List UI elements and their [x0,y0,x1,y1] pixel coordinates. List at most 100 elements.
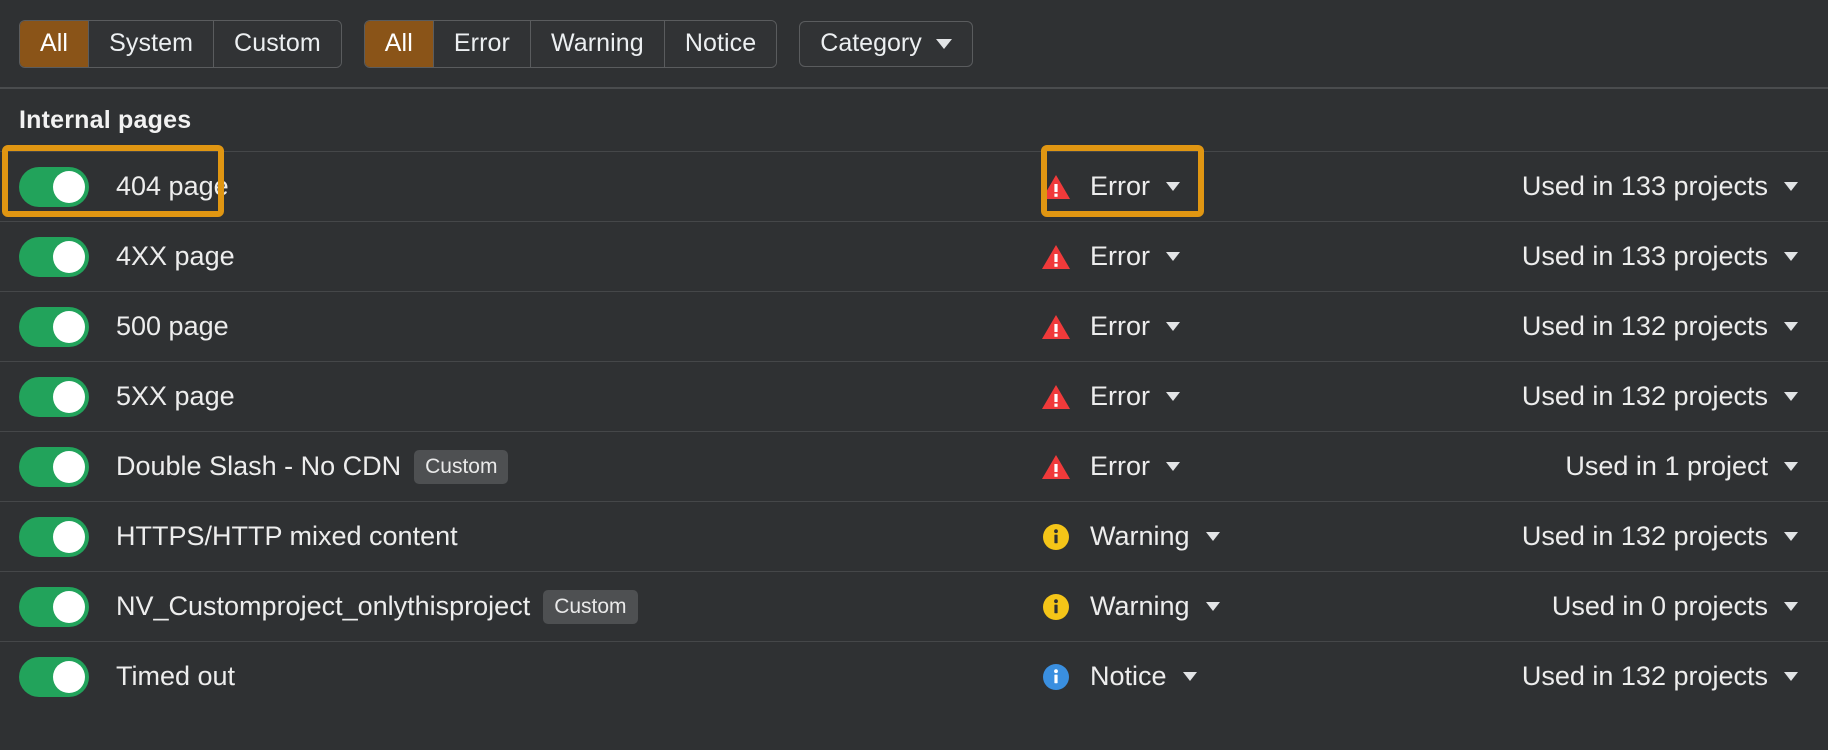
table-row: Timed out Notice Used in 132 projects [0,641,1828,711]
warning-circle-icon [1040,591,1072,623]
chevron-down-icon [1166,182,1180,191]
row-status-cell: Notice [1040,661,1330,693]
custom-badge: Custom [543,590,637,624]
chevron-down-icon [936,39,952,49]
severity-filter-option-label: Notice [685,29,756,58]
source-filter-option-system[interactable]: System [89,21,214,67]
row-name-cell: 5XX page [0,377,1040,417]
row-label: Double Slash - No CDN [116,451,401,482]
error-triangle-icon [1040,381,1072,413]
severity-filter-option-label: Warning [551,29,644,58]
status-label: Error [1090,451,1150,482]
source-filter-option-label: All [40,29,68,58]
row-name-cell: Double Slash - No CDN Custom [0,447,1040,487]
chevron-down-icon [1784,322,1798,331]
severity-filter-option-error[interactable]: Error [434,21,531,67]
status-label: Error [1090,381,1150,412]
table-row: Double Slash - No CDN Custom Error Used in … [0,431,1828,501]
status-dropdown[interactable]: Error [1040,311,1180,343]
usage-dropdown[interactable]: Used in 132 projects [1522,521,1798,552]
row-status-cell: Error [1040,451,1330,483]
category-dropdown[interactable]: Category [799,21,972,67]
row-usage-cell: Used in 133 projects [1330,241,1828,272]
status-dropdown[interactable]: Notice [1040,661,1197,693]
usage-dropdown[interactable]: Used in 0 projects [1552,591,1798,622]
toggle-knob [53,241,85,273]
chevron-down-icon [1784,532,1798,541]
usage-label: Used in 1 project [1565,451,1768,482]
status-dropdown[interactable]: Error [1040,171,1180,203]
source-filter-group: All System Custom [19,20,342,68]
severity-filter-option-all[interactable]: All [365,21,434,67]
usage-dropdown[interactable]: Used in 133 projects [1522,171,1798,202]
usage-dropdown[interactable]: Used in 133 projects [1522,241,1798,272]
row-label: 4XX page [116,241,235,272]
row-name-cell: 500 page [0,307,1040,347]
enable-toggle[interactable] [19,657,89,697]
enable-toggle[interactable] [19,377,89,417]
table-row: HTTPS/HTTP mixed content Warning Used in 1… [0,501,1828,571]
notice-info-icon [1040,661,1072,693]
usage-dropdown[interactable]: Used in 132 projects [1522,661,1798,692]
toggle-knob [53,451,85,483]
row-usage-cell: Used in 132 projects [1330,521,1828,552]
source-filter-option-all[interactable]: All [20,21,89,67]
status-dropdown[interactable]: Warning [1040,591,1220,623]
row-name-cell: HTTPS/HTTP mixed content [0,517,1040,557]
usage-dropdown[interactable]: Used in 132 projects [1522,381,1798,412]
source-filter-option-custom[interactable]: Custom [214,21,341,67]
custom-badge: Custom [414,450,508,484]
status-dropdown[interactable]: Error [1040,381,1180,413]
usage-dropdown[interactable]: Used in 1 project [1565,451,1798,482]
usage-label: Used in 133 projects [1522,241,1768,272]
chevron-down-icon [1183,672,1197,681]
chevron-down-icon [1166,322,1180,331]
row-usage-cell: Used in 1 project [1330,451,1828,482]
row-name-cell: 4XX page [0,237,1040,277]
status-label: Error [1090,311,1150,342]
row-label: Timed out [116,661,235,692]
status-dropdown[interactable]: Warning [1040,521,1220,553]
severity-filter-option-notice[interactable]: Notice [665,21,776,67]
toggle-knob [53,591,85,623]
status-label: Notice [1090,661,1167,692]
enable-toggle[interactable] [19,447,89,487]
severity-filter-option-warning[interactable]: Warning [531,21,665,67]
warning-circle-icon [1040,521,1072,553]
row-status-cell: Error [1040,381,1330,413]
enable-toggle[interactable] [19,307,89,347]
category-dropdown-label: Category [820,29,921,58]
row-status-cell: Warning [1040,521,1330,553]
table-row: 404 page Error Used in 133 projects [0,151,1828,221]
usage-dropdown[interactable]: Used in 132 projects [1522,311,1798,342]
source-filter-option-label: Custom [234,29,321,58]
table-row: 4XX page Error Used in 133 projects [0,221,1828,291]
enable-toggle[interactable] [19,167,89,207]
table-row: 500 page Error Used in 132 projects [0,291,1828,361]
row-status-cell: Warning [1040,591,1330,623]
filter-toolbar: AllSystemCustom AllErrorWarningNotice Ca… [0,0,1828,89]
enable-toggle[interactable] [19,517,89,557]
chevron-down-icon [1784,672,1798,681]
toggle-knob [53,311,85,343]
row-label: HTTPS/HTTP mixed content [116,521,458,552]
chevron-down-icon [1166,462,1180,471]
row-name-cell: 404 page [0,167,1040,207]
enable-toggle[interactable] [19,587,89,627]
row-label: 500 page [116,311,229,342]
error-triangle-icon [1040,311,1072,343]
usage-label: Used in 132 projects [1522,311,1768,342]
enable-toggle[interactable] [19,237,89,277]
chevron-down-icon [1166,392,1180,401]
error-triangle-icon [1040,171,1072,203]
row-usage-cell: Used in 132 projects [1330,661,1828,692]
error-triangle-icon [1040,451,1072,483]
status-label: Error [1090,171,1150,202]
usage-label: Used in 0 projects [1552,591,1768,622]
chevron-down-icon [1166,252,1180,261]
status-dropdown[interactable]: Error [1040,451,1180,483]
toggle-knob [53,171,85,203]
chevron-down-icon [1784,462,1798,471]
row-usage-cell: Used in 132 projects [1330,311,1828,342]
status-dropdown[interactable]: Error [1040,241,1180,273]
